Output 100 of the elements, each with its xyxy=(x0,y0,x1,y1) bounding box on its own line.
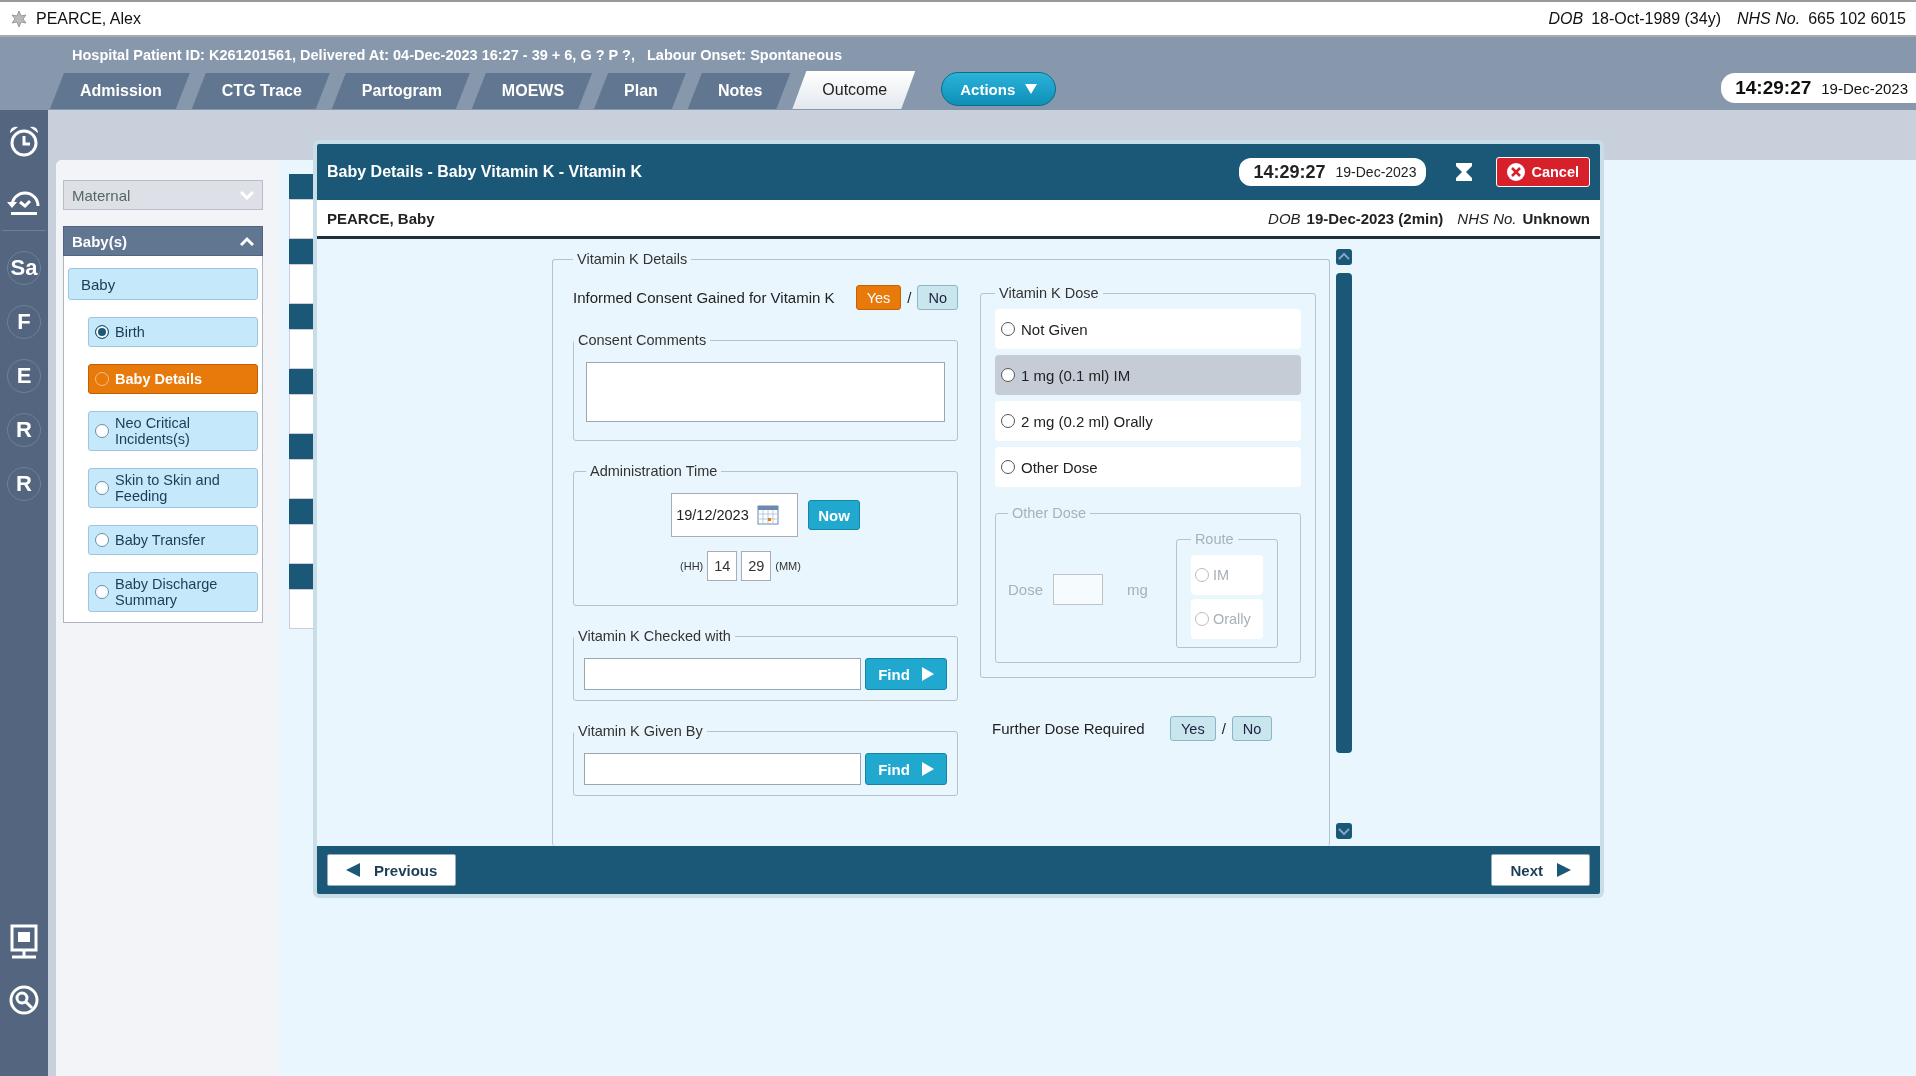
dose-option[interactable]: 2 mg (0.2 ml) Orally xyxy=(995,401,1301,441)
nhs-number: 665 102 6015 xyxy=(1808,9,1906,28)
further-dose-label: Further Dose Required xyxy=(992,720,1146,737)
nav-tab[interactable]: Outcome xyxy=(792,71,916,109)
next-button[interactable]: Next xyxy=(1491,854,1590,886)
radio-button[interactable] xyxy=(1001,460,1015,474)
clock-date: 19-Dec-2023 xyxy=(1335,164,1417,180)
group-legend: Consent Comments xyxy=(574,332,711,348)
group-legend: Vitamin K Dose xyxy=(995,285,1103,301)
clock-time: 14:29:27 xyxy=(1735,77,1812,99)
staff-field[interactable] xyxy=(584,753,861,785)
baby-item[interactable]: Baby xyxy=(68,268,258,300)
nav-tab[interactable]: CTG Trace xyxy=(191,73,330,109)
group-legend: Route xyxy=(1190,531,1238,547)
group-legend: Administration Time xyxy=(586,463,722,479)
dialog-title: Baby Details - Baby Vitamin K - Vitamin K xyxy=(327,163,644,181)
nhs-label: NHS No. xyxy=(1457,209,1517,227)
minutes-field[interactable]: 29 xyxy=(741,551,772,581)
option-label: Orally xyxy=(1212,611,1251,627)
nav-tab[interactable]: Plan xyxy=(594,73,686,109)
chevron-down-icon xyxy=(240,190,254,200)
toggle-button[interactable]: No xyxy=(917,285,958,310)
play-arrow-icon xyxy=(921,667,934,681)
nav-item-label: Neo Critical Incidents(s) xyxy=(115,415,191,447)
nav-item-label: Birth xyxy=(115,324,145,340)
dose-option[interactable]: 1 mg (0.1 ml) IM xyxy=(995,355,1301,395)
patient-name: PEARCE, Alex xyxy=(36,9,141,28)
option-label: 1 mg (0.1 ml) IM xyxy=(1021,366,1131,384)
status-radio[interactable] xyxy=(95,424,109,438)
monitor-icon[interactable] xyxy=(9,924,39,960)
previous-button[interactable]: Previous xyxy=(327,854,457,886)
option-label: Not Given xyxy=(1021,320,1088,338)
nav-item[interactable]: Neo Critical Incidents(s) xyxy=(88,411,258,451)
dob-value: 18-Oct-1989 (34y) xyxy=(1591,9,1721,28)
toggle-button[interactable]: No xyxy=(1231,716,1273,741)
comments-field[interactable] xyxy=(586,362,945,422)
flower-icon xyxy=(10,9,28,28)
nav-tab[interactable]: MOEWS xyxy=(471,73,593,109)
nhs-number: Unknown xyxy=(1522,209,1590,227)
radio-button[interactable] xyxy=(1001,322,1015,336)
group-legend: Vitamin K Details xyxy=(573,251,692,267)
consent-label: Informed Consent Gained for Vitamin K xyxy=(573,289,836,306)
scroll-down-icon[interactable] xyxy=(1336,823,1352,839)
nav-item[interactable]: Baby Discharge Summary xyxy=(88,572,258,612)
clock-date: 19-Dec-2023 xyxy=(1821,79,1908,97)
nav-item[interactable]: Skin to Skin and Feeding xyxy=(88,468,258,508)
dob-label: DOB xyxy=(1268,209,1301,227)
option-label: IM xyxy=(1212,567,1229,583)
hourglass-icon[interactable] xyxy=(1456,163,1473,181)
nav-item-label: Baby Discharge Summary xyxy=(115,576,219,608)
status-radio[interactable] xyxy=(95,325,109,339)
status-radio[interactable] xyxy=(95,533,109,547)
alarm-clock-icon[interactable] xyxy=(7,124,41,158)
calendar-icon xyxy=(756,505,779,525)
group-legend: Other Dose xyxy=(1008,505,1091,521)
nav-item-label: Baby Transfer xyxy=(115,532,206,548)
group-legend: Vitamin K Given By xyxy=(574,723,707,739)
babies-section-header[interactable]: Baby(s) xyxy=(63,226,263,256)
toggle-button[interactable]: Yes xyxy=(1170,716,1216,741)
status-radio[interactable] xyxy=(95,481,109,495)
play-arrow-icon xyxy=(921,762,934,776)
dose-option[interactable]: Not Given xyxy=(995,309,1301,349)
radio-button[interactable] xyxy=(1001,368,1015,382)
nav-tab[interactable]: Partogram xyxy=(331,73,470,109)
dose-option[interactable]: Other Dose xyxy=(995,447,1301,487)
nav-tab[interactable]: Notes xyxy=(687,73,791,109)
scroll-up-icon[interactable] xyxy=(1336,249,1352,265)
caret-down-icon xyxy=(1025,84,1038,94)
dob-value: 19-Dec-2023 (2min) xyxy=(1306,209,1444,227)
dose-label: Dose xyxy=(1008,581,1044,598)
separator-slash: / xyxy=(907,289,912,306)
patient-info-line: Hospital Patient ID: K261201561, Delivered At: 04-Dec-2023 16:27 - 39 + 6, G ? P ?, Labour Onset: Spontaneous xyxy=(71,46,843,64)
dob-label: DOB xyxy=(1548,9,1584,28)
actions-button[interactable]: Actions xyxy=(941,72,1057,106)
nav-item-label: Baby Details xyxy=(115,371,203,387)
radio-button[interactable] xyxy=(1001,414,1015,428)
chevron-up-icon xyxy=(240,236,254,246)
staff-field[interactable] xyxy=(584,658,861,690)
baby-name: PEARCE, Baby xyxy=(327,209,435,227)
minutes-label: (MM) xyxy=(775,560,801,572)
arrow-left-icon xyxy=(346,863,360,877)
nav-item[interactable]: Baby Transfer xyxy=(88,525,258,555)
maternal-section-header[interactable]: Maternal xyxy=(63,180,263,210)
nav-item-label: Skin to Skin and Feeding xyxy=(115,472,221,504)
nav-item[interactable]: Birth xyxy=(88,317,258,347)
cancel-button[interactable]: Cancel xyxy=(1496,157,1590,187)
nhs-label: NHS No. xyxy=(1737,9,1801,28)
clock-time: 14:29:27 xyxy=(1253,161,1326,183)
nav-tab[interactable]: Admission xyxy=(50,73,190,109)
hours-label: (HH) xyxy=(680,560,704,572)
option-label: Other Dose xyxy=(1021,458,1098,476)
scrollbar-thumb[interactable] xyxy=(1336,273,1352,753)
date-field[interactable]: 19/12/2023 xyxy=(671,493,799,537)
status-radio[interactable] xyxy=(95,585,109,599)
close-icon xyxy=(1507,163,1526,181)
option-label: 2 mg (0.2 ml) Orally xyxy=(1021,412,1153,430)
search-icon[interactable] xyxy=(8,984,40,1016)
unit-label: mg xyxy=(1127,581,1148,598)
group-legend: Vitamin K Checked with xyxy=(574,628,735,644)
hours-field[interactable]: 14 xyxy=(707,551,738,581)
